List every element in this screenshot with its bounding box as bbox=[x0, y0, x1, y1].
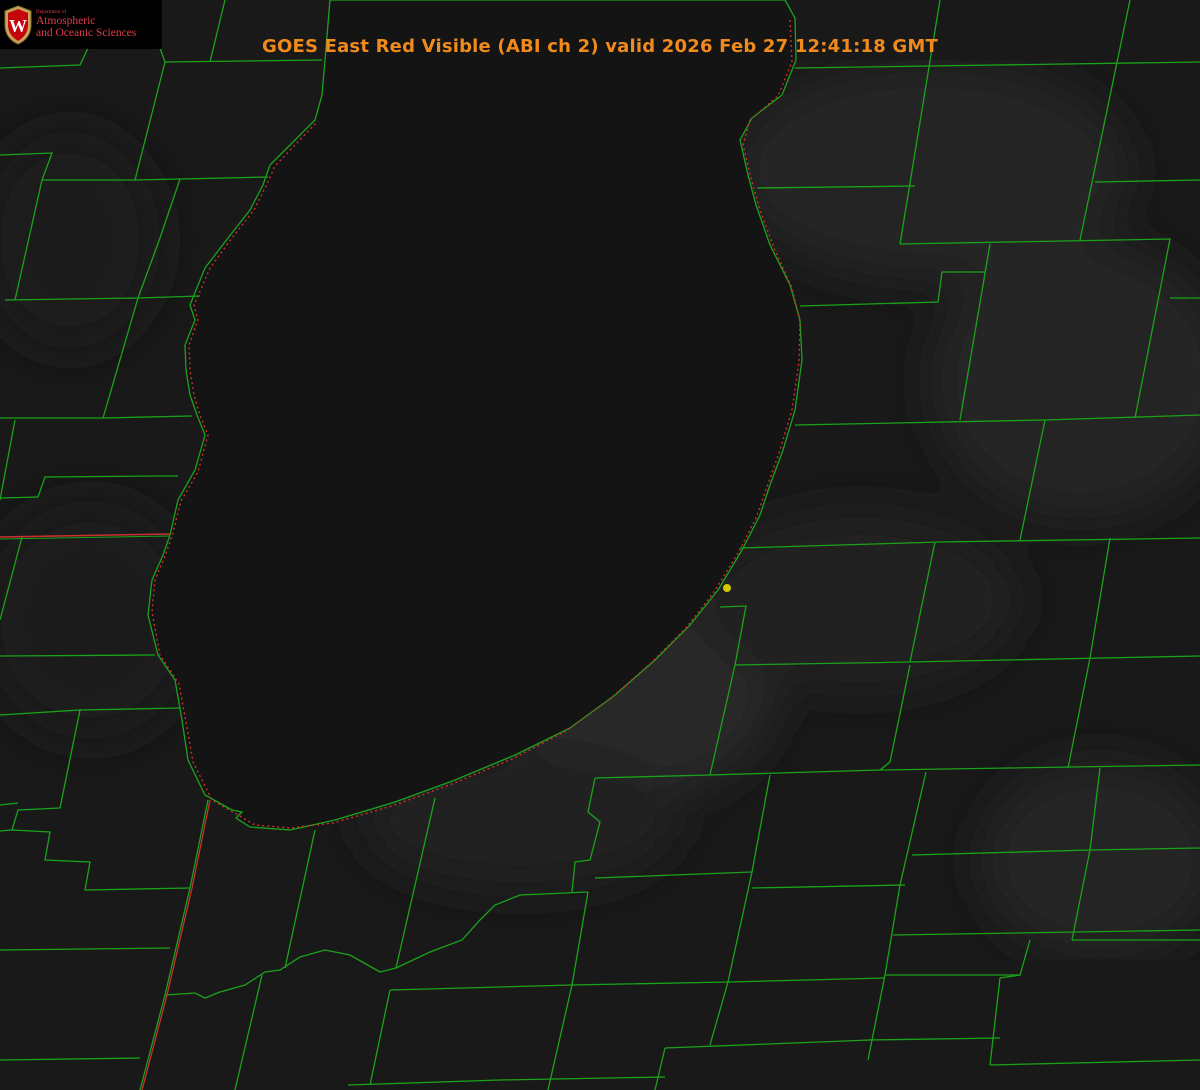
satellite-map bbox=[0, 0, 1200, 1090]
satellite-image-viewer: W Department of Atmospheric and Oceanic … bbox=[0, 0, 1200, 1090]
image-title: GOES East Red Visible (ABI ch 2) valid 2… bbox=[261, 36, 938, 57]
logo-text: Department of Atmospheric and Oceanic Sc… bbox=[36, 10, 136, 39]
svg-text:W: W bbox=[9, 16, 27, 36]
logo-line-1: Atmospheric bbox=[36, 15, 96, 28]
location-dot-icon bbox=[723, 584, 731, 592]
